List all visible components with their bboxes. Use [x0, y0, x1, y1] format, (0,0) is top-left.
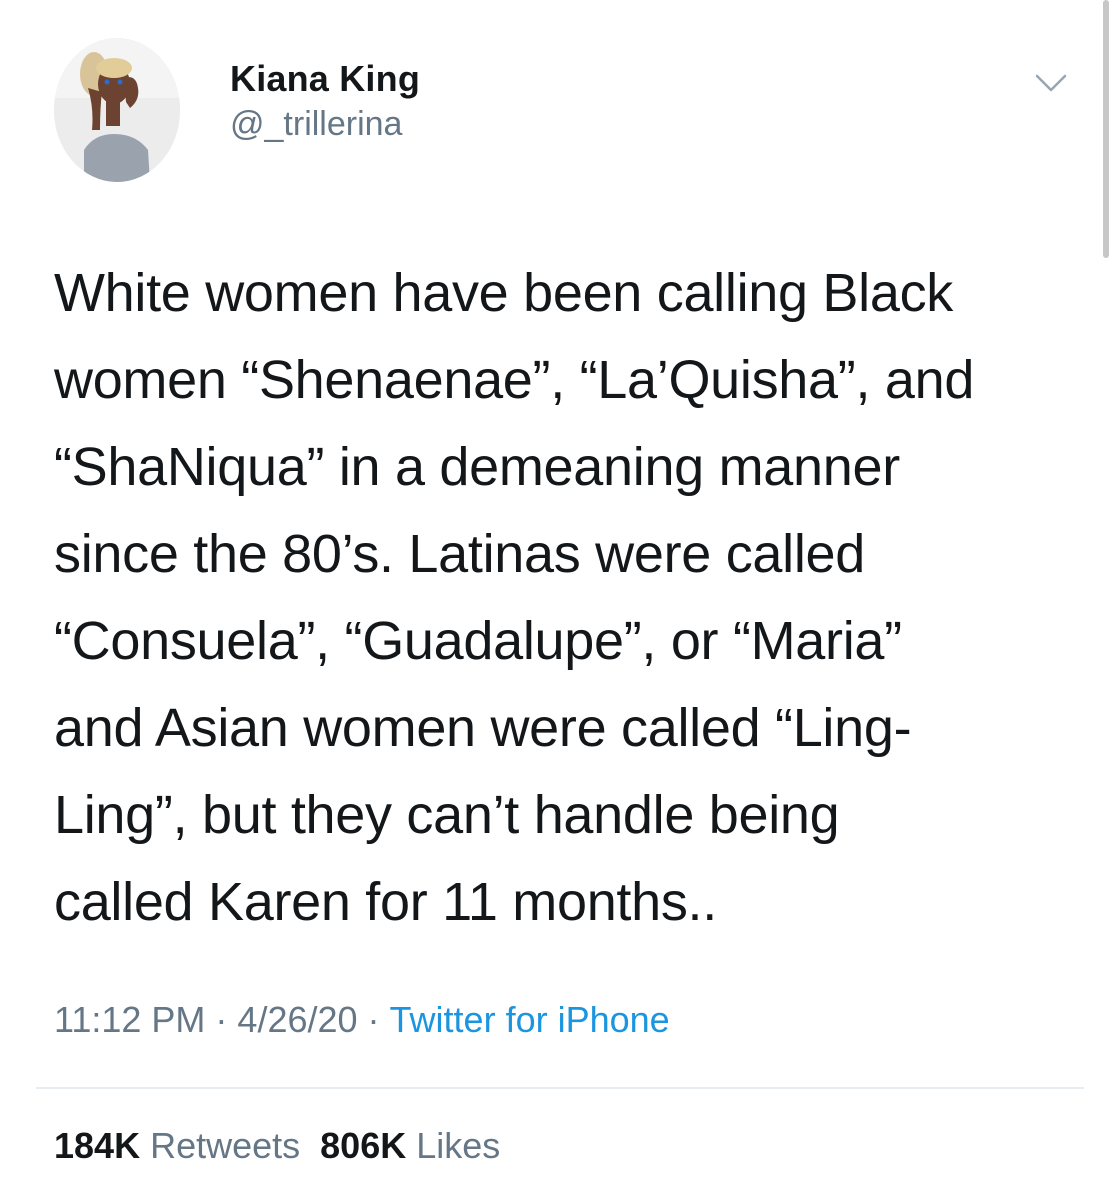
retweets-label: Retweets: [150, 1125, 301, 1166]
chevron-down-icon[interactable]: [1034, 72, 1068, 94]
tweet-card: Kiana King @_trillerina White women have…: [0, 0, 1120, 1200]
user-handle[interactable]: @_trillerina: [230, 102, 420, 146]
display-name[interactable]: Kiana King: [230, 56, 420, 102]
meta-separator: ·: [215, 999, 228, 1040]
divider: [36, 1087, 1084, 1089]
retweets-count: 184K: [54, 1125, 141, 1166]
retweets-stat[interactable]: 184K Retweets: [54, 1125, 300, 1166]
likes-count: 806K: [320, 1125, 407, 1166]
avatar-photo: [54, 38, 180, 182]
tweet-meta: 11:12 PM · 4/26/20 · Twitter for iPhone: [54, 996, 670, 1044]
tweet-source-link[interactable]: Twitter for iPhone: [390, 999, 670, 1040]
likes-label: Likes: [416, 1125, 501, 1166]
tweet-stats: 184K Retweets 806K Likes: [54, 1122, 500, 1170]
tweet-time[interactable]: 11:12 PM: [54, 999, 205, 1040]
author-info: Kiana King @_trillerina: [230, 56, 420, 146]
scrollbar[interactable]: [1103, 0, 1109, 258]
tweet-date[interactable]: 4/26/20: [237, 999, 357, 1040]
likes-stat[interactable]: 806K Likes: [320, 1125, 500, 1166]
tweet-text: White women have been calling Black wome…: [54, 263, 975, 932]
avatar[interactable]: [54, 38, 180, 182]
meta-separator: ·: [367, 999, 380, 1040]
